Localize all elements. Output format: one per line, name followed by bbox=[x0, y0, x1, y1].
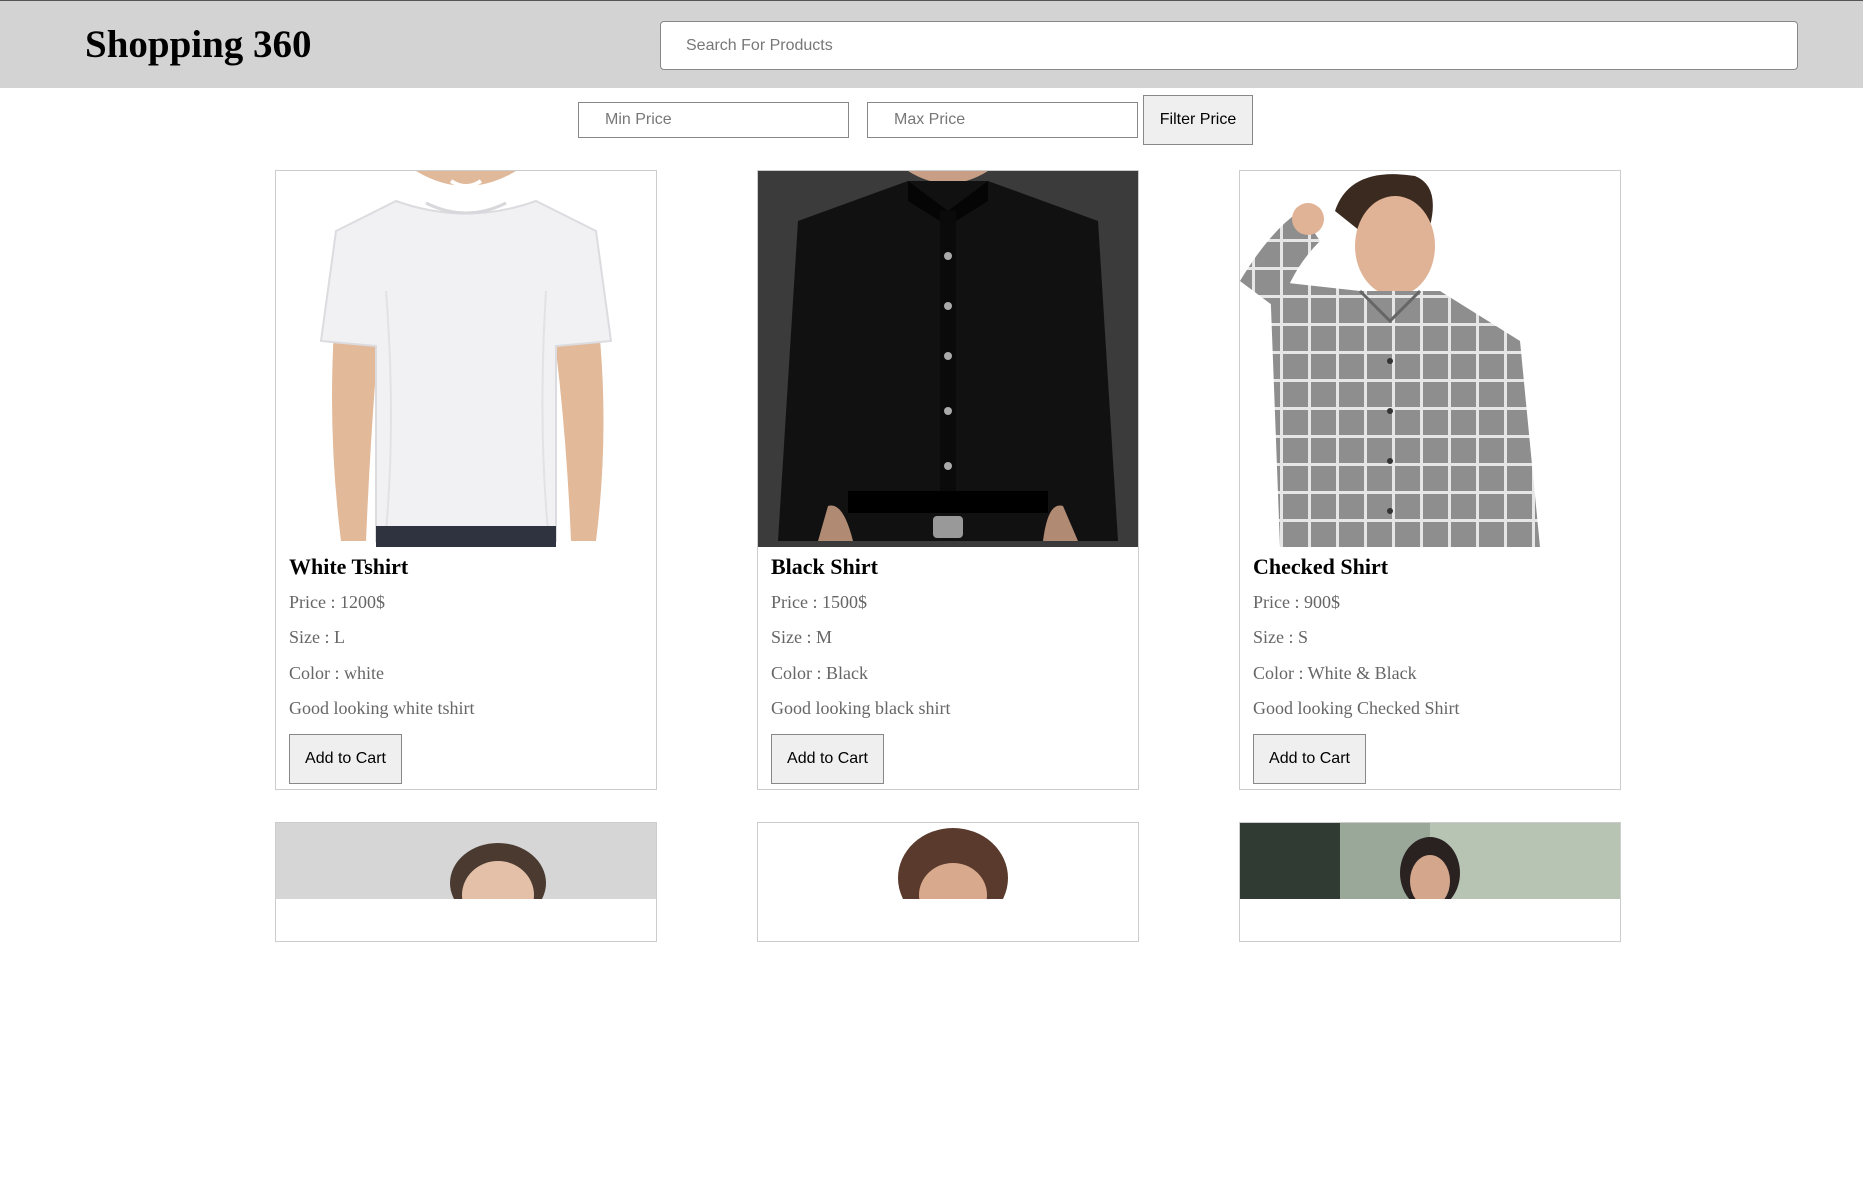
max-price-input[interactable] bbox=[867, 102, 1138, 138]
min-price-input[interactable] bbox=[578, 102, 849, 138]
product-size: Size : M bbox=[771, 627, 832, 647]
product-image bbox=[276, 823, 656, 1199]
search-input[interactable] bbox=[660, 21, 1798, 70]
product-image bbox=[1240, 823, 1620, 1199]
product-color: Color : Black bbox=[771, 663, 868, 683]
product-description: Good looking black shirt bbox=[771, 698, 951, 718]
product-price: Price : 1200$ bbox=[289, 592, 385, 612]
product-name: Checked Shirt bbox=[1253, 554, 1389, 579]
product-card: Black Shirt Price : 1500$ Size : M Color… bbox=[757, 170, 1139, 790]
product-image-black-shirt bbox=[758, 171, 1138, 547]
product-image-checked-shirt bbox=[1240, 171, 1620, 547]
product-description: Good looking white tshirt bbox=[289, 698, 475, 718]
product-size: Size : S bbox=[1253, 627, 1309, 647]
product-price: Price : 900$ bbox=[1253, 592, 1340, 612]
product-size: Size : L bbox=[289, 627, 345, 647]
add-to-cart-button[interactable]: Add to Cart bbox=[289, 734, 402, 784]
top-header: Shopping 360 bbox=[0, 0, 1863, 88]
product-card: White Tshirt Price : 1200$ Size : L Colo… bbox=[275, 170, 657, 790]
product-price: Price : 1500$ bbox=[771, 592, 867, 612]
product-color: Color : White & Black bbox=[1253, 663, 1417, 683]
filter-price-button[interactable]: Filter Price bbox=[1143, 95, 1253, 145]
product-card bbox=[1239, 822, 1621, 942]
product-name: Black Shirt bbox=[771, 554, 878, 579]
product-image bbox=[758, 823, 1138, 1199]
product-image-white-tshirt bbox=[276, 171, 656, 547]
brand-title: Shopping 360 bbox=[85, 23, 312, 66]
add-to-cart-button[interactable]: Add to Cart bbox=[771, 734, 884, 784]
product-color: Color : white bbox=[289, 663, 384, 683]
product-card bbox=[757, 822, 1139, 942]
product-name: White Tshirt bbox=[289, 554, 409, 579]
add-to-cart-button[interactable]: Add to Cart bbox=[1253, 734, 1366, 784]
product-card bbox=[275, 822, 657, 942]
product-card: Checked Shirt Price : 900$ Size : S Colo… bbox=[1239, 170, 1621, 790]
product-description: Good looking Checked Shirt bbox=[1253, 698, 1460, 718]
